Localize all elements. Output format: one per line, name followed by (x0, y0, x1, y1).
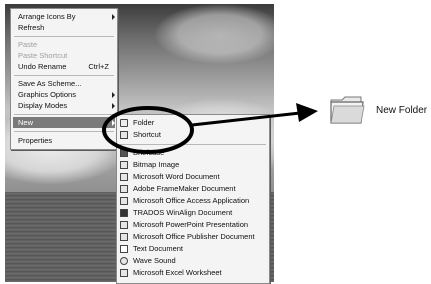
submenu-item-framemaker-document[interactable]: Adobe FrameMaker Document (117, 183, 267, 195)
submenu-item-excel-worksheet[interactable]: Microsoft Excel Worksheet (117, 267, 267, 279)
submenu-item-label: Bitmap Image (133, 160, 180, 169)
powerpoint-icon (120, 221, 128, 229)
menu-item-new[interactable]: New (18, 117, 115, 128)
menu-item-label: Save As Scheme... (18, 79, 82, 88)
submenu-arrow-icon (112, 92, 115, 98)
submenu-item-briefcase[interactable]: Briefcase (117, 147, 267, 159)
new-folder-result[interactable]: New Folder (328, 92, 428, 132)
submenu-item-text-document[interactable]: Text Document (117, 243, 267, 255)
submenu-item-powerpoint-presentation[interactable]: Microsoft PowerPoint Presentation (117, 219, 267, 231)
menu-item-graphics-options[interactable]: Graphics Options (18, 89, 115, 100)
context-menu: Arrange Icons By Refresh Paste Paste Sho… (10, 8, 118, 150)
folder-icon (120, 119, 128, 127)
menu-item-paste[interactable]: Paste (18, 39, 115, 50)
submenu-item-trados-document[interactable]: TRADOS WinAlign Document (117, 207, 267, 219)
menu-item-arrange-icons-by[interactable]: Arrange Icons By (18, 11, 115, 22)
menu-separator (14, 114, 114, 115)
menu-item-refresh[interactable]: Refresh (18, 22, 115, 33)
submenu-item-wave-sound[interactable]: Wave Sound (117, 255, 267, 267)
callout-arrowhead (296, 103, 318, 122)
menu-item-undo-rename[interactable]: Undo Rename Ctrl+Z (18, 61, 115, 72)
framemaker-icon (120, 185, 128, 193)
menu-item-label: Properties (18, 136, 53, 145)
menu-item-save-as-scheme[interactable]: Save As Scheme... (18, 78, 115, 89)
submenu-item-bitmap-image[interactable]: Bitmap Image (117, 159, 267, 171)
submenu-item-word-document[interactable]: Microsoft Word Document (117, 171, 267, 183)
menu-separator (14, 75, 114, 76)
menu-item-display-modes[interactable]: Display Modes (18, 100, 115, 111)
shortcut-icon (120, 131, 128, 139)
submenu-item-label: Folder (133, 118, 155, 127)
menu-separator (14, 131, 114, 132)
menu-separator (120, 144, 266, 145)
submenu-item-label: Microsoft Excel Worksheet (133, 268, 222, 277)
publisher-icon (120, 233, 128, 241)
menu-item-label: Graphics Options (18, 90, 76, 99)
submenu-item-folder[interactable]: Folder (117, 117, 267, 129)
trados-icon (120, 209, 128, 217)
menu-item-label: Refresh (18, 23, 45, 32)
new-submenu: Folder Shortcut Briefcase Bitmap Image M… (116, 114, 270, 284)
new-folder-label: New Folder (376, 105, 428, 116)
excel-icon (120, 269, 128, 277)
submenu-item-label: Text Document (133, 244, 184, 253)
menu-separator (14, 36, 114, 37)
bitmap-icon (120, 161, 128, 169)
submenu-arrow-icon (112, 103, 115, 109)
briefcase-icon (120, 149, 128, 157)
text-icon (120, 245, 128, 253)
submenu-arrow-icon (112, 14, 115, 20)
submenu-item-access-application[interactable]: Microsoft Office Access Application (117, 195, 267, 207)
submenu-item-label: Shortcut (133, 130, 161, 139)
word-icon (120, 173, 128, 181)
submenu-item-label: Wave Sound (133, 256, 176, 265)
access-icon (120, 197, 128, 205)
submenu-item-shortcut[interactable]: Shortcut (117, 129, 267, 141)
submenu-item-label: Briefcase (133, 148, 165, 157)
submenu-item-label: Microsoft PowerPoint Presentation (133, 220, 249, 229)
folder-icon (330, 96, 365, 124)
menu-item-properties[interactable]: Properties (18, 135, 115, 146)
submenu-item-label: Microsoft Office Publisher Document (133, 232, 255, 241)
menu-item-label: Undo Rename (18, 62, 67, 71)
submenu-item-label: Microsoft Office Access Application (133, 196, 250, 205)
menu-item-label: Paste Shortcut (18, 51, 68, 60)
menu-item-paste-shortcut[interactable]: Paste Shortcut (18, 50, 115, 61)
submenu-arrow-icon (112, 120, 115, 126)
submenu-item-label: Microsoft Word Document (133, 172, 220, 181)
menu-item-label: Arrange Icons By (18, 12, 76, 21)
submenu-item-publisher-document[interactable]: Microsoft Office Publisher Document (117, 231, 267, 243)
sound-icon (120, 257, 128, 265)
menu-item-label: Display Modes (18, 101, 68, 110)
submenu-item-label: Adobe FrameMaker Document (133, 184, 236, 193)
submenu-item-label: TRADOS WinAlign Document (133, 208, 233, 217)
menu-item-shortcut: Ctrl+Z (88, 62, 109, 71)
menu-item-label: Paste (18, 40, 38, 49)
menu-item-label: New (18, 118, 34, 127)
